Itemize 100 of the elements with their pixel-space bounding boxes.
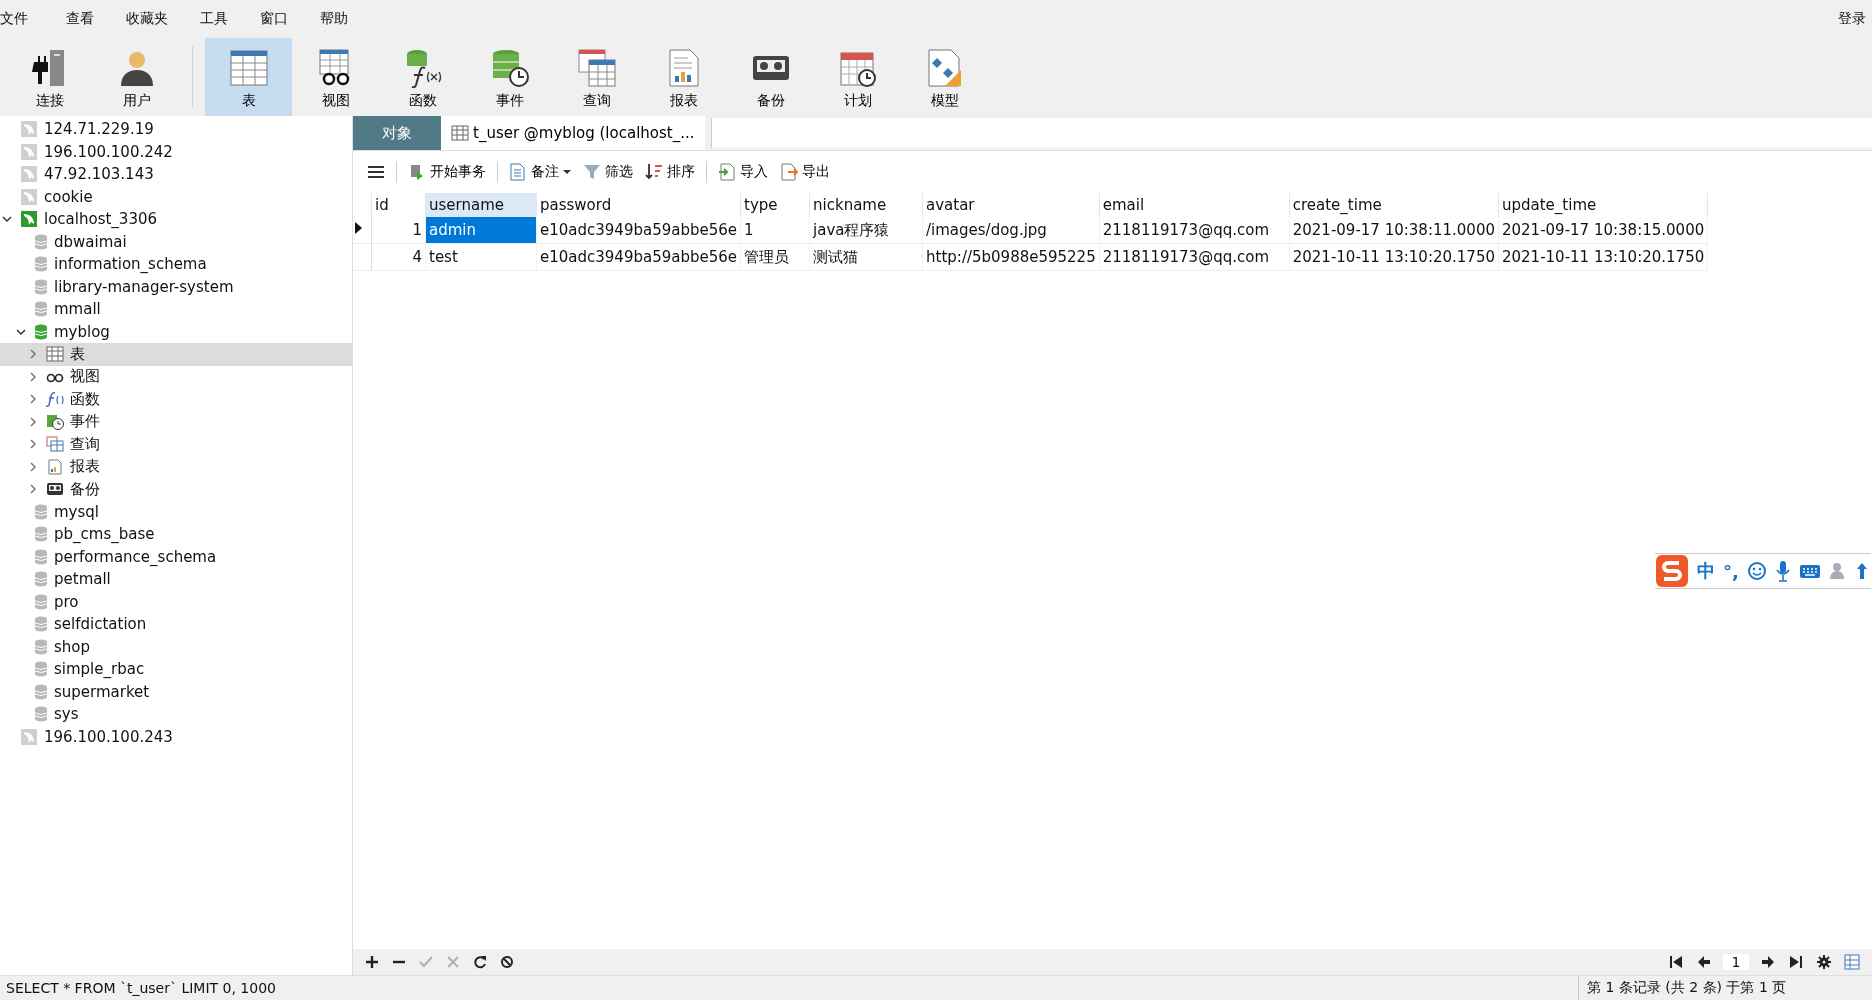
table-cell[interactable]: 2021-09-17 10:38:11.0000 [1289, 217, 1499, 244]
tree-item[interactable]: 196.100.100.242 [0, 140, 352, 163]
sql-statement: SELECT * FROM `t_user` LIMIT 0, 1000 [5, 980, 277, 996]
menu-item[interactable]: 窗口 [260, 10, 310, 28]
gear-icon [1817, 955, 1831, 969]
toolbar-button[interactable]: 事件 [466, 38, 553, 116]
table-cell[interactable]: /images/dog.jpg [922, 217, 1100, 244]
toolbar-button[interactable]: 导入 [714, 160, 772, 184]
tree-item[interactable]: library-manager-system [0, 275, 352, 298]
next-page-button[interactable] [1759, 953, 1777, 971]
punctuation-mode-text[interactable]: °, [1723, 560, 1739, 582]
menu-item[interactable]: 文件 [0, 10, 56, 28]
tab[interactable]: t_user @myblog (localhost_... [441, 116, 705, 150]
table-cell[interactable]: http://5b0988e595225 [922, 243, 1100, 271]
tree-item[interactable]: 事件 [0, 410, 352, 433]
toolbar-button[interactable]: 导出 [776, 160, 834, 184]
tree-item[interactable]: 查询 [0, 433, 352, 456]
table-cell[interactable]: 2021-10-11 13:10:20.1750 [1289, 243, 1499, 271]
tree-item[interactable]: selfdictation [0, 613, 352, 636]
table-cell[interactable]: 2021-09-17 10:38:15.0000 [1498, 217, 1708, 244]
table-cell[interactable]: 1 [371, 217, 426, 244]
grid-view-button[interactable] [1842, 952, 1862, 972]
first-page-icon [1669, 955, 1683, 969]
menu-item[interactable]: 查看 [66, 10, 116, 28]
tree-item[interactable]: supermarket [0, 680, 352, 703]
table-cell[interactable]: test [425, 243, 537, 271]
toolbar-button[interactable]: 用户 [93, 38, 180, 116]
column-header[interactable]: type [740, 193, 810, 217]
toolbar-button[interactable]: 开始事务 [404, 160, 490, 184]
tree-item[interactable]: sys [0, 703, 352, 726]
stop-button[interactable] [498, 953, 516, 971]
table-cell[interactable]: admin [425, 217, 537, 244]
tree-item[interactable]: pb_cms_base [0, 523, 352, 546]
refresh-button[interactable] [471, 953, 489, 971]
tree-item[interactable]: 表 [0, 343, 352, 366]
tree-item[interactable]: mysql [0, 500, 352, 523]
tree-item[interactable]: myblog [0, 320, 352, 343]
toolbar-button[interactable]: 筛选 [579, 160, 637, 184]
login-link[interactable]: 登录 [1838, 10, 1872, 28]
column-header[interactable]: email [1099, 193, 1290, 217]
toolbar-button[interactable]: 函数 [379, 38, 466, 116]
table-cell[interactable]: 管理员 [740, 243, 810, 271]
table-cell[interactable]: 2021-10-11 13:10:20.1750 [1498, 243, 1708, 271]
page-number-field[interactable]: 1 [1723, 954, 1749, 970]
settings-button[interactable] [1815, 953, 1833, 971]
menu-item[interactable]: 帮助 [320, 10, 370, 28]
add-button[interactable] [363, 953, 381, 971]
tree-item[interactable]: 备份 [0, 478, 352, 501]
tree-item[interactable]: 196.100.100.243 [0, 725, 352, 748]
column-header[interactable]: avatar [922, 193, 1100, 217]
menu-item[interactable]: 工具 [200, 10, 250, 28]
tab[interactable]: 对象 [353, 116, 441, 150]
toolbar-button[interactable]: 备注 [505, 160, 575, 184]
keyboard-icon [1798, 563, 1821, 579]
table-cell[interactable]: 测试猫 [809, 243, 923, 271]
column-header[interactable]: update_time [1498, 193, 1708, 217]
tree-item[interactable]: 47.92.103.143 [0, 163, 352, 186]
toolbar-button[interactable]: 连接 [6, 38, 93, 116]
tree-item[interactable]: information_schema [0, 253, 352, 276]
toolbar-button[interactable]: 模型 [901, 38, 988, 116]
tree-item[interactable]: mmall [0, 298, 352, 321]
tree-item[interactable]: shop [0, 635, 352, 658]
menu-item[interactable]: 收藏夹 [126, 10, 190, 28]
report-icon [46, 458, 64, 475]
column-header[interactable]: id [371, 193, 426, 217]
toolbar-button[interactable]: 查询 [553, 38, 640, 116]
tree-item[interactable]: pro [0, 590, 352, 613]
tree-item[interactable]: 函数 [0, 388, 352, 411]
first-page-button[interactable] [1667, 953, 1685, 971]
table-cell[interactable]: java程序猿 [809, 217, 923, 244]
toolbar-button[interactable]: 排序 [641, 160, 699, 184]
column-header[interactable]: nickname [809, 193, 923, 217]
toolbar-button[interactable]: 备份 [727, 38, 814, 116]
tree-item[interactable]: 视图 [0, 365, 352, 388]
table-cell[interactable]: 2118119173@qq.com [1099, 217, 1290, 244]
table-cell[interactable]: 1 [740, 217, 810, 244]
table-cell[interactable]: e10adc3949ba59abbe56e [536, 217, 741, 244]
toolbar-button[interactable]: 表 [205, 38, 292, 116]
tree-item[interactable]: petmall [0, 568, 352, 591]
last-page-icon [1789, 955, 1803, 969]
table-cell[interactable]: 4 [371, 243, 426, 271]
grid-icon [1844, 954, 1860, 970]
table-cell[interactable]: e10adc3949ba59abbe56e [536, 243, 741, 271]
last-page-button[interactable] [1787, 953, 1805, 971]
toolbar-button[interactable]: 计划 [814, 38, 901, 116]
tree-item[interactable]: 124.71.229.19 [0, 118, 352, 141]
tree-item[interactable]: 报表 [0, 455, 352, 478]
column-header[interactable]: username [425, 193, 537, 217]
table-cell[interactable]: 2118119173@qq.com [1099, 243, 1290, 271]
column-header[interactable]: create_time [1289, 193, 1499, 217]
tree-item[interactable]: simple_rbac [0, 658, 352, 681]
tree-item[interactable]: dbwaimai [0, 230, 352, 253]
tree-item[interactable]: localhost_3306 [0, 208, 352, 231]
tree-item[interactable]: performance_schema [0, 545, 352, 568]
tree-item[interactable]: cookie [0, 185, 352, 208]
toolbar-button[interactable]: 报表 [640, 38, 727, 116]
input-mode-text[interactable]: 中 [1697, 559, 1715, 583]
column-header[interactable]: password [536, 193, 741, 217]
toolbar-button[interactable]: 视图 [292, 38, 379, 116]
refresh-icon [473, 955, 487, 969]
